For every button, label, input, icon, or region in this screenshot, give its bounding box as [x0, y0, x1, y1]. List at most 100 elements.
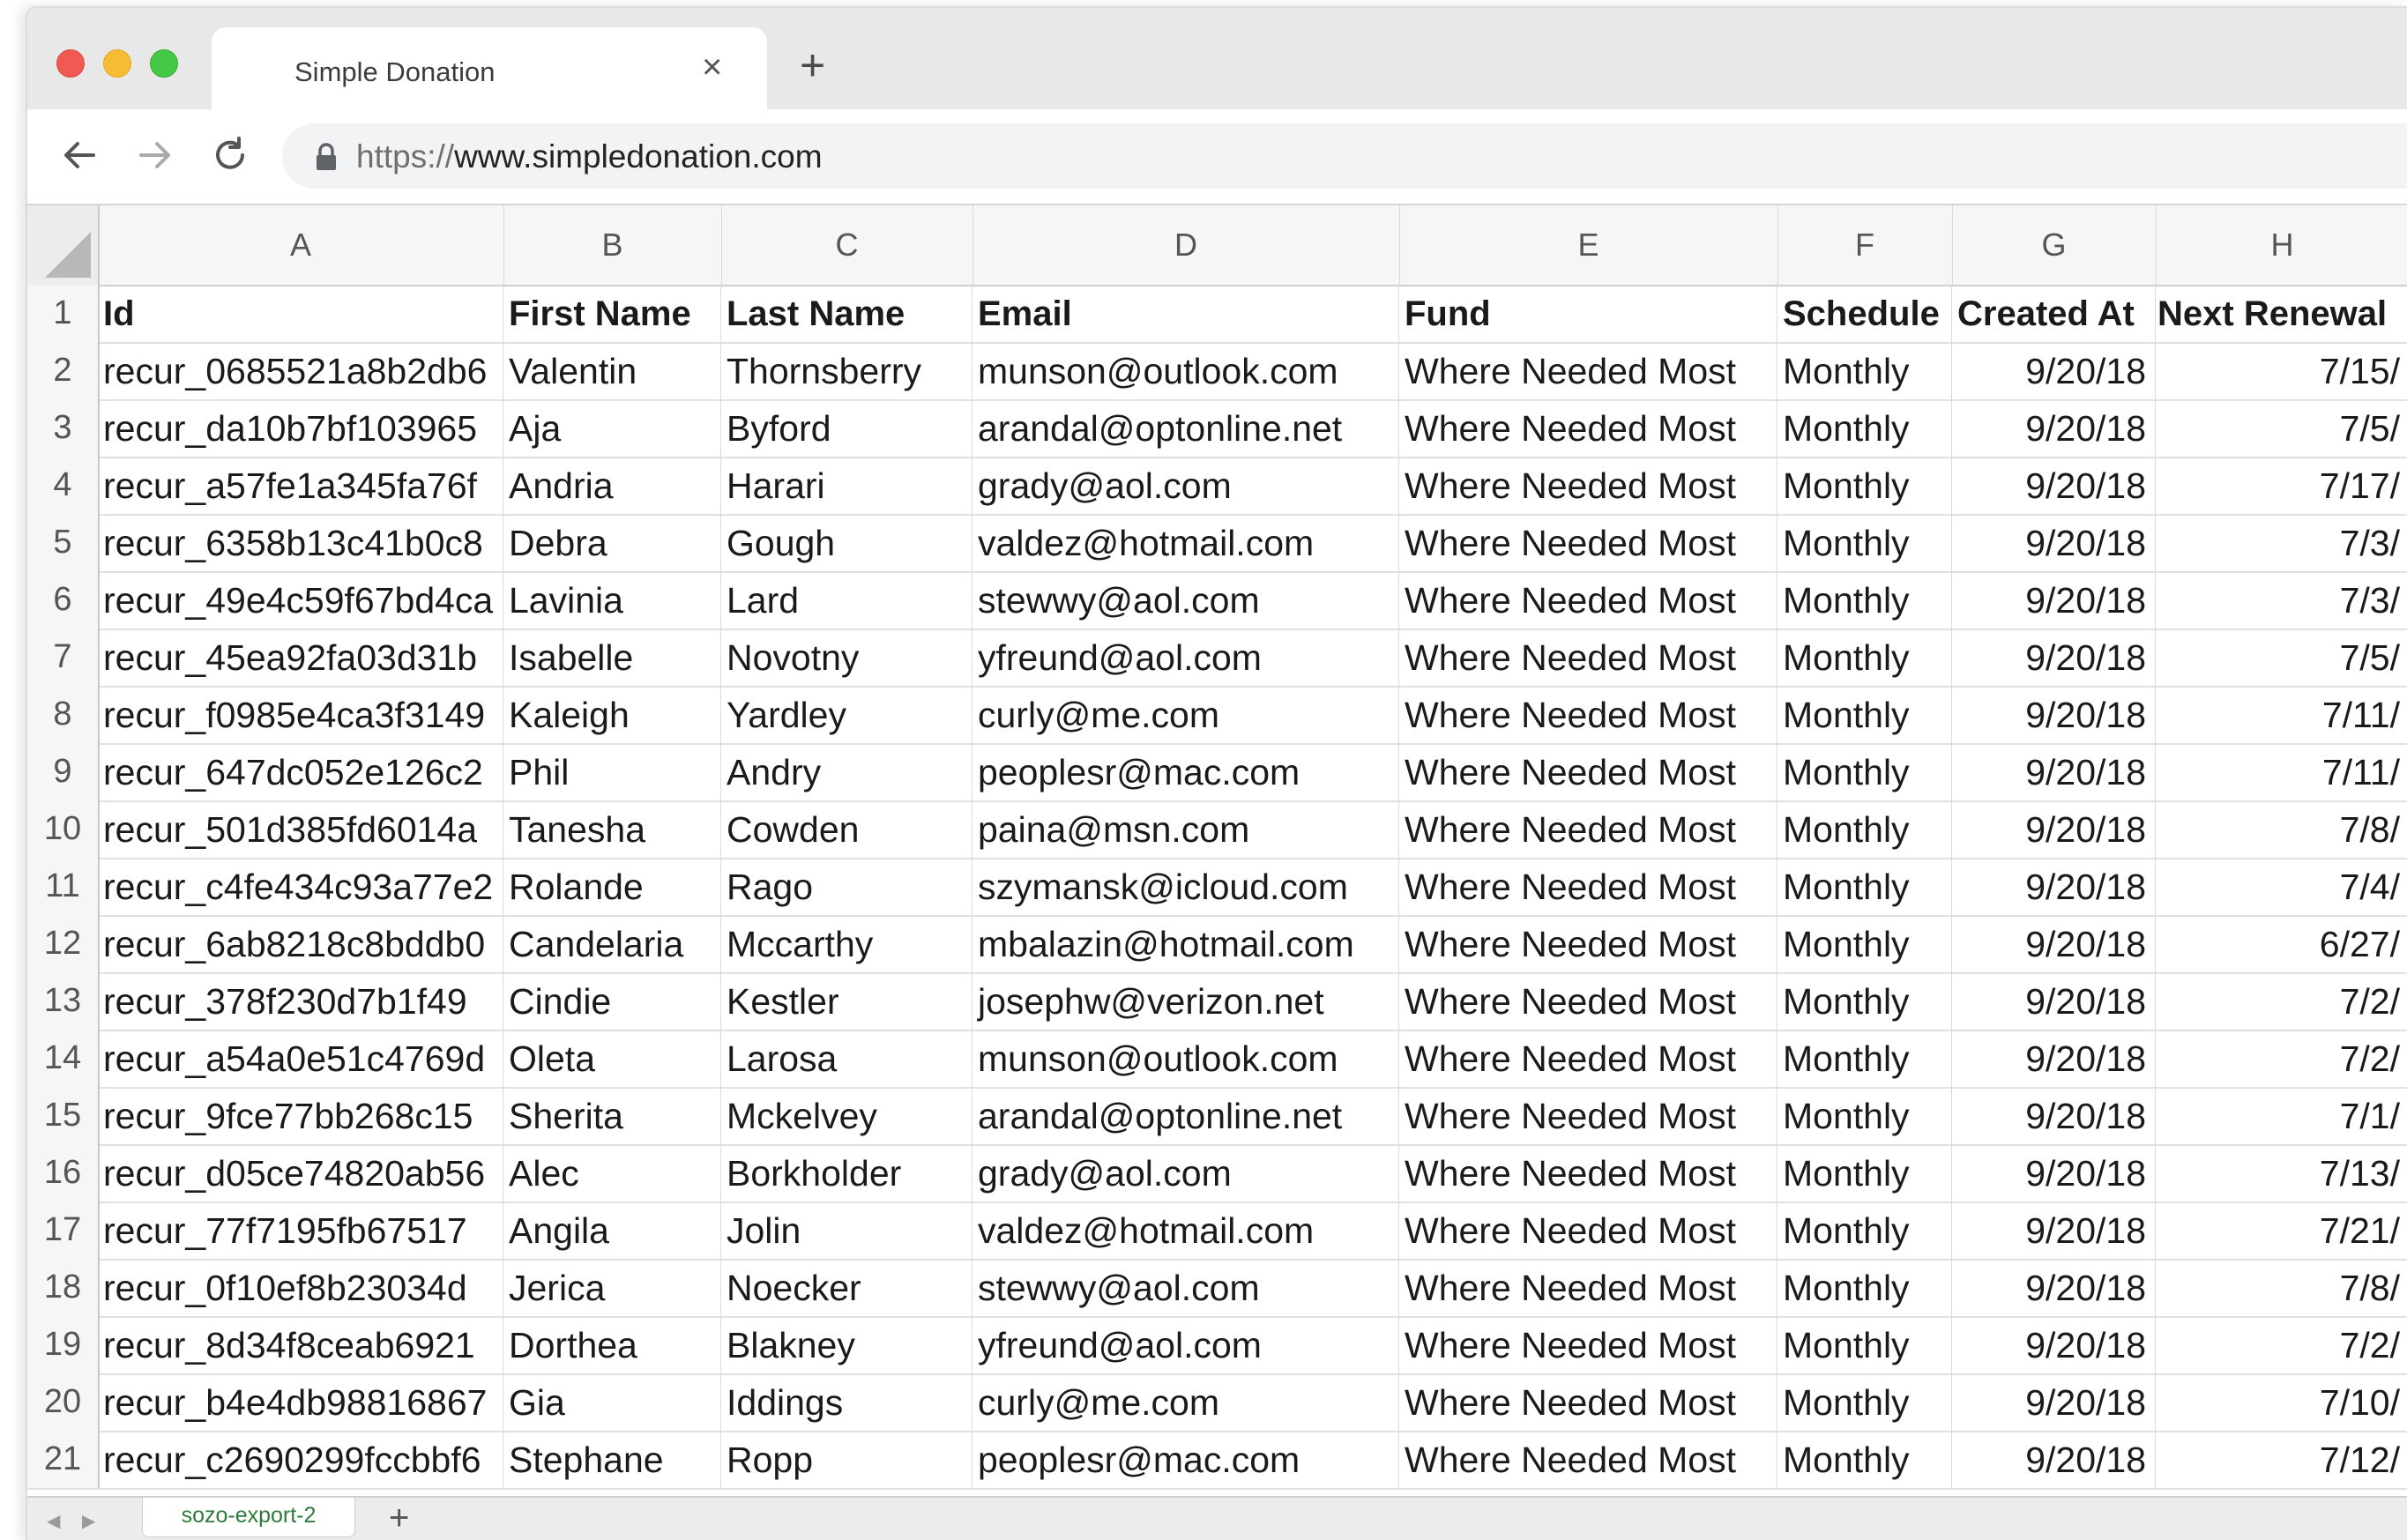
header-cell-email[interactable]: Email — [972, 285, 1399, 342]
row-number[interactable]: 2 — [27, 342, 100, 399]
cell-last-name[interactable]: Mckelvey — [721, 1087, 972, 1144]
cell-email[interactable]: yfreund@aol.com — [972, 629, 1399, 686]
cell-next-renewal[interactable]: 6/27/ — [2156, 915, 2407, 972]
cell-email[interactable]: curly@me.com — [972, 686, 1399, 743]
cell-id[interactable]: recur_f0985e4ca3f3149 — [98, 686, 503, 743]
cell-id[interactable]: recur_8d34f8ceab6921 — [98, 1316, 503, 1373]
cell-fund[interactable]: Where Needed Most — [1399, 1373, 1777, 1431]
cell-first-name[interactable]: Oleta — [503, 1030, 721, 1087]
row-number[interactable]: 6 — [27, 571, 100, 629]
cell-next-renewal[interactable]: 7/2/ — [2156, 1030, 2407, 1087]
cell-first-name[interactable]: Isabelle — [503, 629, 721, 686]
cell-next-renewal[interactable]: 7/21/ — [2156, 1201, 2407, 1259]
column-header-b[interactable]: B — [503, 205, 722, 285]
cell-email[interactable]: stewwy@aol.com — [972, 1259, 1399, 1316]
cell-schedule[interactable]: Monthly — [1777, 399, 1952, 457]
row-number[interactable]: 20 — [27, 1373, 100, 1431]
cell-created-at[interactable]: 9/20/18 — [1952, 972, 2156, 1030]
cell-last-name[interactable]: Mccarthy — [721, 915, 972, 972]
cell-fund[interactable]: Where Needed Most — [1399, 1201, 1777, 1259]
cell-last-name[interactable]: Lard — [721, 571, 972, 629]
header-cell-first-name[interactable]: First Name — [503, 285, 721, 342]
cell-next-renewal[interactable]: 7/13/ — [2156, 1144, 2407, 1201]
cell-last-name[interactable]: Borkholder — [721, 1144, 972, 1201]
cell-first-name[interactable]: Candelaria — [503, 915, 721, 972]
header-cell-last-name[interactable]: Last Name — [721, 285, 972, 342]
cell-id[interactable]: recur_49e4c59f67bd4ca — [98, 571, 503, 629]
cell-last-name[interactable]: Rago — [721, 858, 972, 915]
cell-fund[interactable]: Where Needed Most — [1399, 1259, 1777, 1316]
cell-created-at[interactable]: 9/20/18 — [1952, 915, 2156, 972]
row-number[interactable]: 16 — [27, 1144, 100, 1201]
cell-schedule[interactable]: Monthly — [1777, 915, 1952, 972]
cell-email[interactable]: grady@aol.com — [972, 1144, 1399, 1201]
row-number[interactable]: 8 — [27, 686, 100, 743]
row-number[interactable]: 19 — [27, 1316, 100, 1373]
browser-tab[interactable]: Simple Donation × — [212, 27, 767, 115]
cell-id[interactable]: recur_a54a0e51c4769d — [98, 1030, 503, 1087]
cell-next-renewal[interactable]: 7/15/ — [2156, 342, 2407, 399]
cell-email[interactable]: peoplesr@mac.com — [972, 743, 1399, 800]
cell-last-name[interactable]: Harari — [721, 457, 972, 514]
cell-fund[interactable]: Where Needed Most — [1399, 629, 1777, 686]
cell-email[interactable]: arandal@optonline.net — [972, 1087, 1399, 1144]
cell-fund[interactable]: Where Needed Most — [1399, 800, 1777, 858]
cell-last-name[interactable]: Noecker — [721, 1259, 972, 1316]
cell-next-renewal[interactable]: 7/10/ — [2156, 1373, 2407, 1431]
cell-last-name[interactable]: Andry — [721, 743, 972, 800]
cell-first-name[interactable]: Rolande — [503, 858, 721, 915]
cell-last-name[interactable]: Larosa — [721, 1030, 972, 1087]
cell-schedule[interactable]: Monthly — [1777, 1259, 1952, 1316]
cell-created-at[interactable]: 9/20/18 — [1952, 514, 2156, 571]
cell-fund[interactable]: Where Needed Most — [1399, 1431, 1777, 1488]
cell-created-at[interactable]: 9/20/18 — [1952, 1201, 2156, 1259]
row-number[interactable]: 18 — [27, 1259, 100, 1316]
cell-next-renewal[interactable]: 7/3/ — [2156, 571, 2407, 629]
row-number[interactable]: 21 — [27, 1431, 100, 1488]
cell-fund[interactable]: Where Needed Most — [1399, 1316, 1777, 1373]
cell-first-name[interactable]: Kaleigh — [503, 686, 721, 743]
cell-id[interactable]: recur_45ea92fa03d31b — [98, 629, 503, 686]
cell-id[interactable]: recur_77f7195fb67517 — [98, 1201, 503, 1259]
cell-schedule[interactable]: Monthly — [1777, 1373, 1952, 1431]
cell-schedule[interactable]: Monthly — [1777, 800, 1952, 858]
cell-first-name[interactable]: Debra — [503, 514, 721, 571]
cell-next-renewal[interactable]: 7/4/ — [2156, 858, 2407, 915]
row-number[interactable]: 13 — [27, 972, 100, 1030]
url-text[interactable]: https://www.simpledonation.com — [356, 138, 823, 175]
row-number[interactable]: 17 — [27, 1201, 100, 1259]
cell-id[interactable]: recur_0685521a8b2db6 — [98, 342, 503, 399]
cell-first-name[interactable]: Aja — [503, 399, 721, 457]
cell-first-name[interactable]: Gia — [503, 1373, 721, 1431]
cell-first-name[interactable]: Sherita — [503, 1087, 721, 1144]
row-number[interactable]: 10 — [27, 800, 100, 858]
cell-email[interactable]: mbalazin@hotmail.com — [972, 915, 1399, 972]
row-number[interactable]: 7 — [27, 629, 100, 686]
cell-created-at[interactable]: 9/20/18 — [1952, 800, 2156, 858]
cell-schedule[interactable]: Monthly — [1777, 1201, 1952, 1259]
scroll-tabs-left-icon[interactable]: ◀ — [47, 1510, 60, 1532]
row-number[interactable]: 4 — [27, 457, 100, 514]
header-cell-id[interactable]: Id — [98, 285, 503, 342]
column-header-c[interactable]: C — [721, 205, 973, 285]
cell-email[interactable]: curly@me.com — [972, 1373, 1399, 1431]
cell-created-at[interactable]: 9/20/18 — [1952, 1144, 2156, 1201]
cell-schedule[interactable]: Monthly — [1777, 1030, 1952, 1087]
cell-email[interactable]: valdez@hotmail.com — [972, 1201, 1399, 1259]
cell-next-renewal[interactable]: 7/5/ — [2156, 629, 2407, 686]
header-cell-schedule[interactable]: Schedule — [1777, 285, 1952, 342]
cell-first-name[interactable]: Lavinia — [503, 571, 721, 629]
back-arrow-icon[interactable] — [58, 134, 101, 176]
cell-schedule[interactable]: Monthly — [1777, 571, 1952, 629]
cell-first-name[interactable]: Cindie — [503, 972, 721, 1030]
cell-next-renewal[interactable]: 7/11/ — [2156, 686, 2407, 743]
cell-created-at[interactable]: 9/20/18 — [1952, 858, 2156, 915]
cell-fund[interactable]: Where Needed Most — [1399, 457, 1777, 514]
cell-id[interactable]: recur_9fce77bb268c15 — [98, 1087, 503, 1144]
row-number[interactable]: 5 — [27, 514, 100, 571]
cell-id[interactable]: recur_501d385fd6014a — [98, 800, 503, 858]
close-window-button[interactable] — [56, 49, 85, 78]
column-header-d[interactable]: D — [972, 205, 1400, 285]
tab-close-button[interactable]: × — [702, 49, 722, 85]
cell-schedule[interactable]: Monthly — [1777, 1316, 1952, 1373]
